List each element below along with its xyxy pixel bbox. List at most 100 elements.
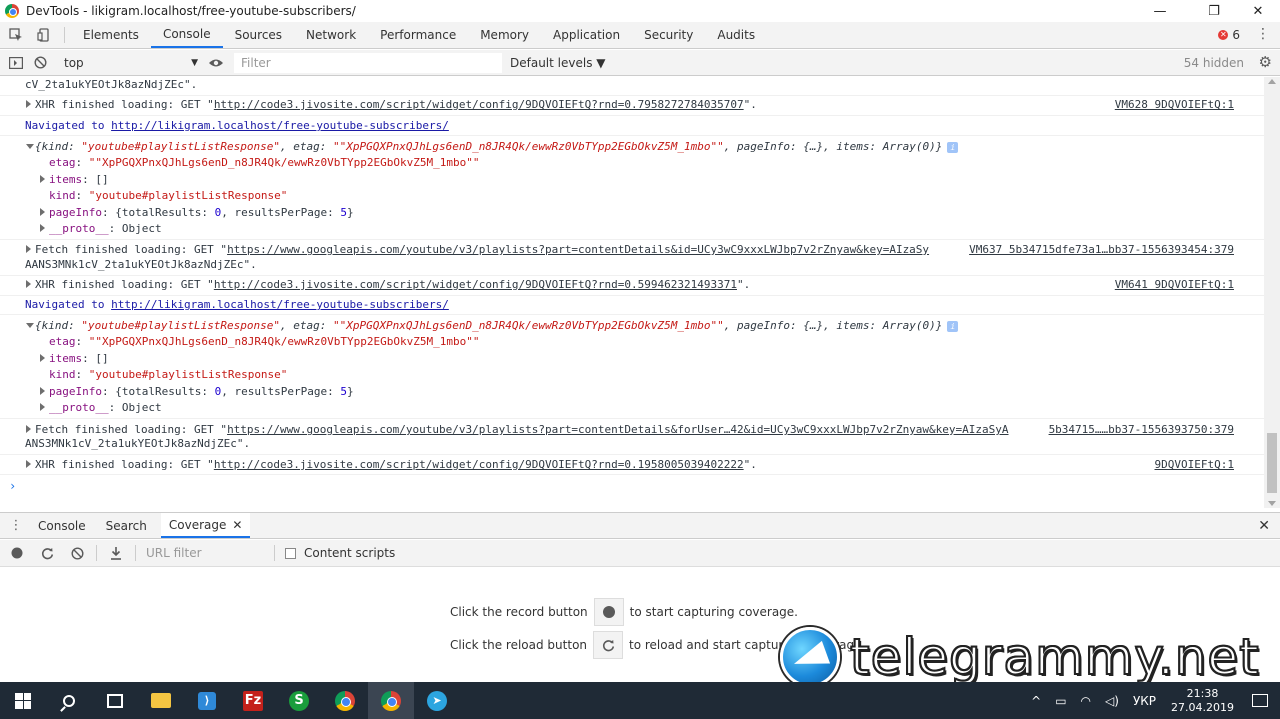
- file-explorer-button[interactable]: [138, 682, 184, 719]
- message-source-link[interactable]: 9DQVOIEFtQ:1: [1155, 458, 1234, 471]
- reload-icon[interactable]: [32, 540, 62, 566]
- scroll-down-icon[interactable]: [1268, 501, 1276, 506]
- clear-coverage-icon[interactable]: [62, 540, 92, 566]
- expand-triangle-icon[interactable]: [26, 460, 31, 468]
- expand-triangle-icon[interactable]: [26, 100, 31, 108]
- error-count: 6: [1232, 28, 1240, 42]
- clear-console-icon[interactable]: [28, 51, 52, 75]
- export-download-icon[interactable]: [101, 540, 131, 566]
- battery-icon[interactable]: ▭: [1055, 694, 1066, 708]
- expand-triangle-icon[interactable]: [40, 175, 45, 183]
- tab-performance[interactable]: Performance: [368, 22, 468, 48]
- info-icon: i: [947, 321, 959, 332]
- message-source-link[interactable]: VM641 9DQVOIEFtQ:1: [1115, 278, 1234, 291]
- tab-memory[interactable]: Memory: [468, 22, 541, 48]
- close-drawer-button[interactable]: ✕: [1258, 518, 1270, 534]
- expand-triangle-icon[interactable]: [40, 387, 45, 395]
- clock[interactable]: 21:38 27.04.2019: [1171, 687, 1234, 715]
- chrome-icon: [381, 690, 401, 711]
- close-tab-icon[interactable]: ✕: [232, 518, 242, 532]
- skype-button[interactable]: S: [276, 682, 322, 719]
- message-source-link[interactable]: 5b34715……bb37-1556393750:379: [1049, 423, 1234, 436]
- message-text: XHR finished loading: GET "http://code3.…: [35, 98, 757, 111]
- record-icon[interactable]: [2, 540, 32, 566]
- error-counter[interactable]: ✕ 6: [1218, 28, 1240, 42]
- scroll-up-icon[interactable]: [1268, 79, 1276, 84]
- coverage-toolbar: Content scripts: [0, 540, 1280, 567]
- expand-triangle-icon[interactable]: [40, 403, 45, 411]
- drawer-tab-search[interactable]: Search: [100, 513, 153, 538]
- close-window-button[interactable]: ✕: [1235, 0, 1280, 22]
- language-indicator[interactable]: УКР: [1133, 694, 1156, 708]
- skype-icon: S: [289, 690, 309, 711]
- notification-center-icon[interactable]: [1252, 694, 1268, 707]
- task-view-button[interactable]: [92, 682, 138, 719]
- chrome-devtools-button[interactable]: [368, 682, 414, 719]
- filter-input[interactable]: [241, 55, 501, 70]
- reload-and-record-button[interactable]: [593, 631, 624, 659]
- expand-triangle-icon[interactable]: [40, 208, 45, 216]
- expand-triangle-icon[interactable]: [26, 245, 31, 253]
- filter-input-box[interactable]: [234, 52, 502, 73]
- drawer-tab-console[interactable]: Console: [32, 513, 92, 538]
- tab-network[interactable]: Network: [294, 22, 368, 48]
- scroll-thumb[interactable]: [1267, 433, 1277, 493]
- tab-sources[interactable]: Sources: [223, 22, 294, 48]
- checkbox-box[interactable]: [285, 547, 296, 559]
- message-source-link[interactable]: VM637 5b34715dfe73a1…bb37-1556393454:379: [969, 243, 1234, 256]
- expand-triangle-icon[interactable]: [26, 425, 31, 433]
- console-messages: cV_2ta1ukYEOtJk8azNdjZEc". XHR finished …: [0, 77, 1264, 507]
- chrome-button[interactable]: [322, 682, 368, 719]
- gear-icon[interactable]: ⚙: [1259, 53, 1272, 71]
- minimize-button[interactable]: —: [1137, 0, 1183, 22]
- tab-audits[interactable]: Audits: [705, 22, 767, 48]
- start-button[interactable]: [0, 682, 46, 719]
- filezilla-button[interactable]: Fz: [230, 682, 276, 719]
- tab-application[interactable]: Application: [541, 22, 632, 48]
- url-filter-box[interactable]: [140, 543, 270, 563]
- search-button[interactable]: [46, 682, 92, 719]
- message-link[interactable]: http://code3.jivosite.com/script/widget/…: [214, 98, 744, 111]
- vscode-button[interactable]: ⟩: [184, 682, 230, 719]
- expand-triangle-icon[interactable]: [40, 354, 45, 362]
- tray-expand-icon[interactable]: ^: [1031, 694, 1041, 708]
- more-options-icon[interactable]: ⋮: [1256, 26, 1270, 42]
- message-link[interactable]: http://code3.jivosite.com/script/widget/…: [214, 458, 744, 471]
- sidebar-toggle-icon[interactable]: [4, 51, 28, 75]
- device-toggle-icon[interactable]: [30, 22, 58, 48]
- live-expression-eye-icon[interactable]: [204, 51, 228, 75]
- message-link[interactable]: https://www.googleapis.com/youtube/v3/pl…: [227, 243, 929, 256]
- tab-console[interactable]: Console: [150, 22, 223, 48]
- tab-security[interactable]: Security: [632, 22, 705, 48]
- maximize-button[interactable]: ❐: [1191, 0, 1237, 22]
- expand-triangle-icon[interactable]: [40, 224, 45, 232]
- url-filter-input[interactable]: [146, 546, 270, 560]
- filezilla-icon: Fz: [243, 690, 263, 711]
- info-icon: i: [947, 142, 959, 153]
- tab-elements[interactable]: Elements: [71, 22, 151, 48]
- navigation-link[interactable]: http://likigram.localhost/free-youtube-s…: [111, 298, 449, 311]
- dropdown-arrow-icon: ▼: [191, 57, 198, 68]
- start-recording-button[interactable]: [593, 598, 624, 626]
- clock-time: 21:38: [1186, 686, 1219, 700]
- message-link[interactable]: https://www.googleapis.com/youtube/v3/pl…: [227, 423, 1008, 436]
- message-source-link[interactable]: VM628 9DQVOIEFtQ:1: [1115, 98, 1234, 111]
- drawer-tab-coverage[interactable]: Coverage ✕: [160, 513, 251, 538]
- telegram-icon: ➤: [427, 690, 447, 711]
- expand-triangle-icon[interactable]: [26, 280, 31, 288]
- console-scrollbar[interactable]: [1264, 77, 1280, 508]
- volume-icon[interactable]: ◁): [1105, 694, 1119, 708]
- inspect-element-icon[interactable]: [2, 22, 30, 48]
- collapse-triangle-icon[interactable]: [26, 323, 34, 328]
- log-levels-dropdown[interactable]: Default levels ▼: [510, 56, 606, 70]
- drawer-menu-icon[interactable]: ⋮: [0, 513, 32, 538]
- collapse-triangle-icon[interactable]: [26, 144, 34, 149]
- hidden-messages-count: 54 hidden: [1183, 56, 1244, 70]
- navigation-link[interactable]: http://likigram.localhost/free-youtube-s…: [111, 119, 449, 132]
- console-prompt[interactable]: ›: [9, 479, 16, 493]
- content-scripts-checkbox[interactable]: Content scripts: [285, 546, 395, 560]
- context-select[interactable]: top ▼: [58, 53, 204, 73]
- message-link[interactable]: http://code3.jivosite.com/script/widget/…: [214, 278, 737, 291]
- wifi-icon[interactable]: ◠: [1081, 694, 1091, 708]
- telegram-button[interactable]: ➤: [414, 682, 460, 719]
